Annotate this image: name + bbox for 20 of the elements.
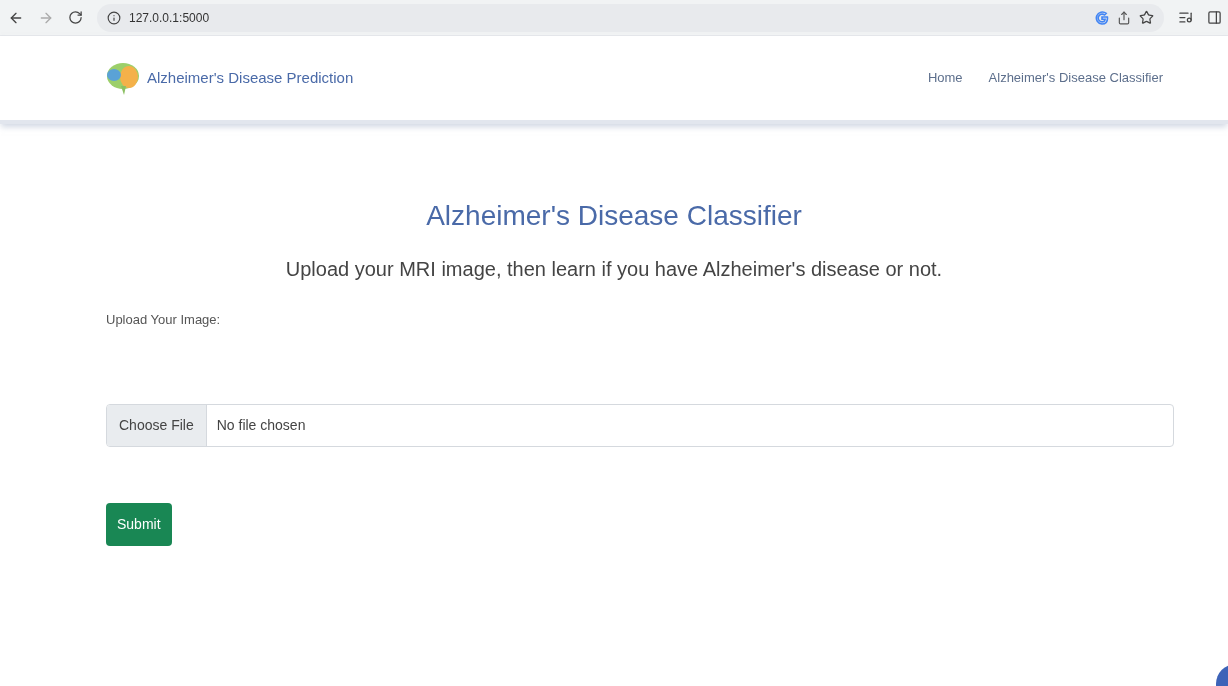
brand-text[interactable]: Alzheimer's Disease Prediction (147, 66, 354, 90)
file-status-text: No file chosen (216, 415, 306, 435)
info-icon[interactable] (107, 10, 121, 25)
side-panel-icon[interactable] (1207, 10, 1222, 25)
brain-logo-icon (105, 60, 141, 96)
upload-label: Upload Your Image: (106, 311, 222, 329)
choose-file-button[interactable]: Choose File (107, 404, 207, 446)
page-subtitle: Upload your MRI image, then learn if you have Alzheimer's disease or not. (284, 257, 944, 282)
share-icon[interactable] (1117, 10, 1131, 25)
reload-icon[interactable] (68, 10, 83, 25)
bookmark-star-icon[interactable] (1139, 10, 1154, 25)
address-bar[interactable]: 127.0.0.1:5000 (97, 3, 1164, 32)
url-text: 127.0.0.1:5000 (129, 9, 210, 27)
google-icon[interactable] (1095, 10, 1109, 25)
page-title: Alzheimer's Disease Classifier (425, 202, 803, 230)
submit-button[interactable]: Submit (106, 502, 172, 546)
media-icon[interactable] (1178, 10, 1193, 25)
file-input[interactable]: Choose File No file chosen (106, 403, 1174, 447)
nav-link[interactable]: Home (927, 68, 963, 88)
nav-link[interactable]: Alzheimer's Disease Classifier (988, 68, 1163, 88)
